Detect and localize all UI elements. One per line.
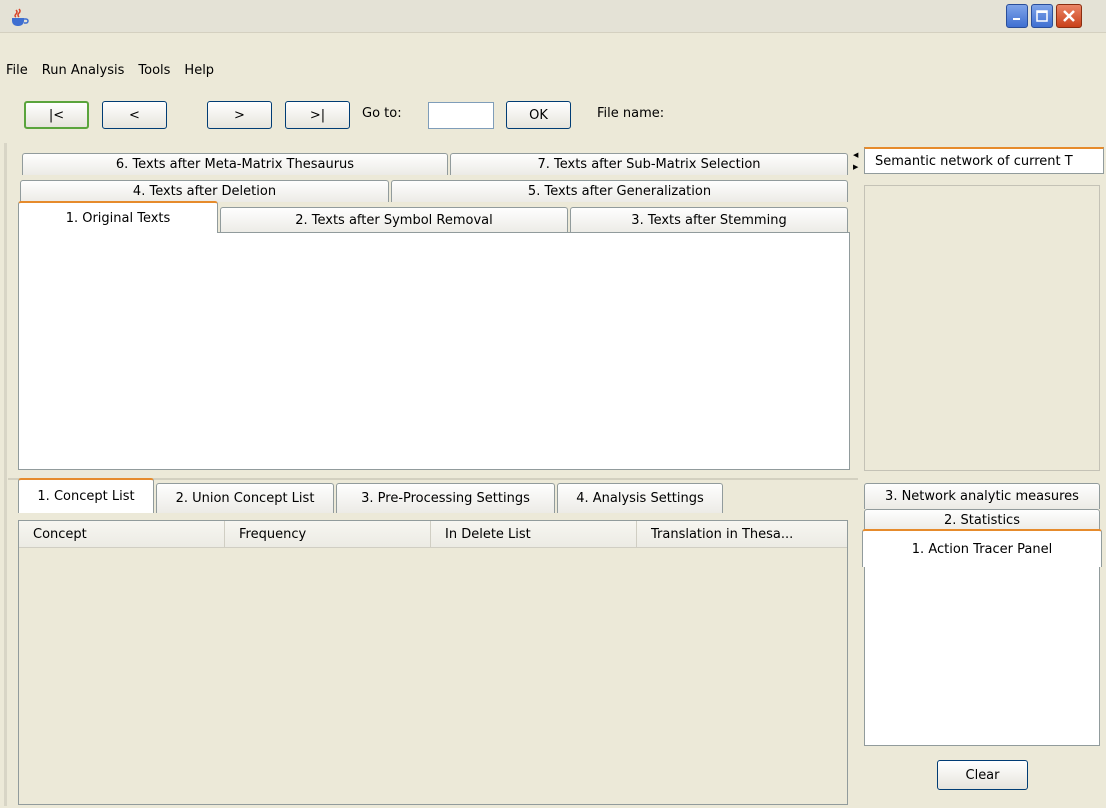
column-header-concept[interactable]: Concept bbox=[19, 521, 225, 547]
goto-input[interactable] bbox=[428, 102, 494, 129]
tab-texts-meta-matrix[interactable]: 6. Texts after Meta-Matrix Thesaurus bbox=[22, 153, 448, 175]
close-icon bbox=[1057, 5, 1081, 27]
column-header-translation[interactable]: Translation in Thesa... bbox=[637, 521, 847, 547]
goto-label: Go to: bbox=[362, 106, 402, 121]
first-document-button[interactable]: |< bbox=[24, 101, 89, 129]
menu-file[interactable]: File bbox=[6, 63, 28, 78]
text-display-area[interactable] bbox=[18, 232, 850, 470]
tab-texts-sub-matrix[interactable]: 7. Texts after Sub-Matrix Selection bbox=[450, 153, 848, 175]
action-tracer-area[interactable] bbox=[864, 566, 1100, 746]
tab-union-concept-list[interactable]: 2. Union Concept List bbox=[156, 483, 334, 513]
tab-pre-processing-settings[interactable]: 3. Pre-Processing Settings bbox=[336, 483, 555, 513]
semantic-network-panel bbox=[864, 185, 1100, 471]
last-document-button[interactable]: >| bbox=[285, 101, 350, 129]
tab-concept-list[interactable]: 1. Concept List bbox=[18, 478, 154, 513]
expand-right-arrow-icon[interactable]: ▶ bbox=[853, 163, 858, 171]
title-bar bbox=[0, 0, 1106, 33]
frame-border bbox=[4, 143, 7, 806]
tab-semantic-network[interactable]: Semantic network of current T bbox=[864, 147, 1104, 174]
ok-button[interactable]: OK bbox=[506, 101, 571, 129]
tab-texts-generalization[interactable]: 5. Texts after Generalization bbox=[391, 180, 848, 202]
previous-document-button[interactable]: < bbox=[102, 101, 167, 129]
tab-action-tracer-panel[interactable]: 1. Action Tracer Panel bbox=[862, 529, 1102, 567]
java-cup-icon bbox=[12, 8, 29, 26]
concept-table[interactable]: Concept Frequency In Delete List Transla… bbox=[18, 520, 848, 805]
menu-bar: File Run Analysis Tools Help bbox=[0, 58, 1106, 82]
tab-statistics[interactable]: 2. Statistics bbox=[864, 509, 1100, 531]
maximize-icon bbox=[1032, 5, 1052, 27]
tab-texts-deletion[interactable]: 4. Texts after Deletion bbox=[20, 180, 389, 202]
clear-button[interactable]: Clear bbox=[937, 760, 1028, 790]
tab-texts-stemming[interactable]: 3. Texts after Stemming bbox=[570, 207, 848, 233]
column-header-frequency[interactable]: Frequency bbox=[225, 521, 431, 547]
close-button[interactable] bbox=[1056, 4, 1082, 28]
minimize-icon bbox=[1007, 5, 1027, 27]
tab-analysis-settings[interactable]: 4. Analysis Settings bbox=[557, 483, 723, 513]
tab-original-texts[interactable]: 1. Original Texts bbox=[18, 201, 218, 233]
file-name-label: File name: bbox=[597, 106, 665, 121]
menu-tools[interactable]: Tools bbox=[138, 63, 170, 78]
menu-run-analysis[interactable]: Run Analysis bbox=[42, 63, 125, 78]
tab-texts-symbol-removal[interactable]: 2. Texts after Symbol Removal bbox=[220, 207, 568, 233]
table-header: Concept Frequency In Delete List Transla… bbox=[19, 521, 847, 548]
next-document-button[interactable]: > bbox=[207, 101, 272, 129]
collapse-left-arrow-icon[interactable]: ◀ bbox=[853, 151, 858, 159]
column-header-in-delete-list[interactable]: In Delete List bbox=[431, 521, 637, 547]
minimize-button[interactable] bbox=[1006, 4, 1028, 28]
tab-network-analytic-measures[interactable]: 3. Network analytic measures bbox=[864, 483, 1100, 509]
maximize-button[interactable] bbox=[1031, 4, 1053, 28]
menu-help[interactable]: Help bbox=[184, 63, 214, 78]
